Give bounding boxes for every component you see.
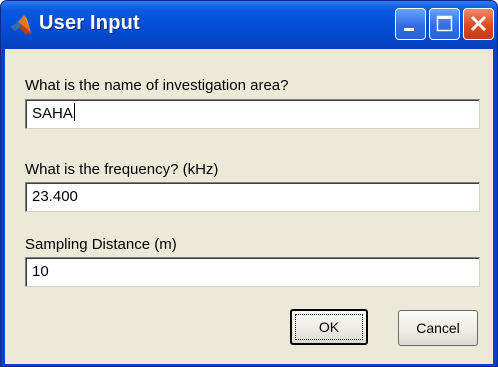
minimize-icon <box>404 28 414 31</box>
frequency-value: 23.400 <box>32 188 78 205</box>
area-name-value: SAHA <box>32 105 73 122</box>
frequency-input[interactable]: 23.400 <box>25 182 480 212</box>
cancel-button[interactable]: Cancel <box>398 310 478 346</box>
dialog-body: What is the name of investigation area? … <box>5 49 493 364</box>
area-name-label: What is the name of investigation area? <box>25 77 289 94</box>
text-caret <box>73 103 75 121</box>
minimize-button[interactable] <box>395 8 426 40</box>
matlab-logo-icon <box>9 13 33 37</box>
sampling-distance-label: Sampling Distance (m) <box>25 236 177 253</box>
maximize-button[interactable] <box>429 8 460 40</box>
close-button[interactable] <box>463 8 494 40</box>
sampling-distance-value: 10 <box>32 263 49 280</box>
sampling-distance-input[interactable]: 10 <box>25 257 480 287</box>
title-bar[interactable]: User Input <box>1 1 497 49</box>
close-icon <box>470 15 487 32</box>
maximize-icon <box>436 15 453 32</box>
ok-button[interactable]: OK <box>290 309 368 345</box>
frequency-label: What is the frequency? (kHz) <box>25 161 219 178</box>
user-input-dialog: User Input What is the name of investiga… <box>0 0 498 367</box>
area-name-input[interactable]: SAHA <box>25 99 480 129</box>
window-title: User Input <box>39 12 140 34</box>
